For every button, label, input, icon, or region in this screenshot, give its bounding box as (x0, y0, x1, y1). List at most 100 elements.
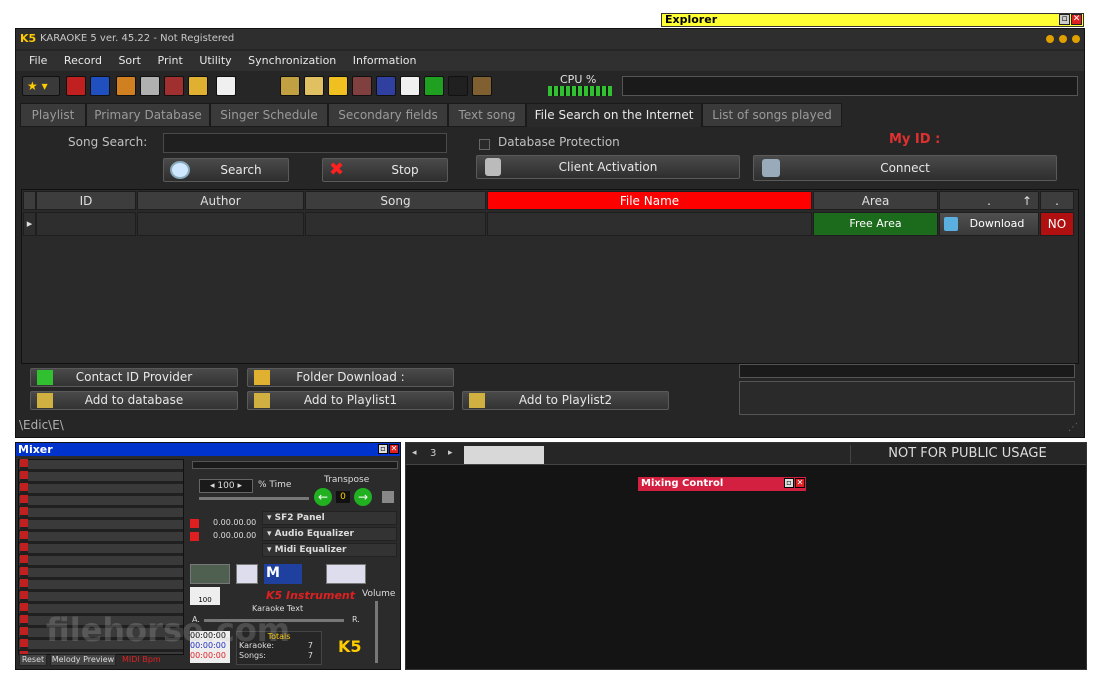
explorer-titlebar[interactable]: Explorer ▫ ✕ (661, 13, 1084, 27)
add-to-playlist2-button[interactable]: Add to Playlist2 (462, 391, 669, 410)
close-icon[interactable]: ✕ (1071, 14, 1082, 25)
next-page-button[interactable]: ▸ (448, 448, 453, 458)
midi-equalizer-row[interactable]: ▾ Midi Equalizer (262, 543, 397, 557)
header-author[interactable]: Author (137, 191, 304, 210)
folder-icon[interactable] (188, 76, 208, 96)
music-note-red-icon[interactable] (66, 76, 86, 96)
cell-free-area[interactable]: Free Area (813, 212, 938, 236)
position-slider[interactable] (192, 461, 398, 469)
restore-icon[interactable]: ▫ (784, 478, 794, 488)
menu-file[interactable]: File (29, 54, 47, 67)
reset-button[interactable]: Reset (19, 654, 47, 666)
video-icon[interactable] (328, 76, 348, 96)
menu-utility[interactable]: Utility (199, 54, 231, 67)
header-status[interactable]: . (1040, 191, 1074, 210)
header-area[interactable]: Area (813, 191, 938, 210)
tab-singer-schedule[interactable]: Singer Schedule (210, 103, 328, 127)
display-icon[interactable] (164, 76, 184, 96)
add-to-database-button[interactable]: Add to database (30, 391, 238, 410)
time-display-2: 0.00.00.00 (213, 531, 257, 540)
menu-record[interactable]: Record (64, 54, 102, 67)
restore-icon[interactable]: ▫ (378, 444, 388, 454)
display-panel: ◂ 3 ▸ NOT FOR PUBLIC USAGE Mixing Contro… (405, 442, 1087, 670)
page-thumbnail[interactable] (464, 446, 544, 464)
transpose-down-button[interactable]: ← (314, 488, 332, 506)
cell-song[interactable] (305, 212, 486, 236)
prev-page-button[interactable]: ◂ (412, 448, 417, 458)
edit-icon[interactable] (116, 76, 136, 96)
gauge-icon[interactable]: 100 (190, 587, 220, 605)
restore-icon[interactable]: ▫ (1059, 14, 1070, 25)
play-icon[interactable] (424, 76, 444, 96)
stop-button[interactable]: ✖ Stop (322, 158, 448, 182)
menu-synchronization[interactable]: Synchronization (248, 54, 336, 67)
film-icon[interactable] (140, 76, 160, 96)
cell-file-name[interactable] (487, 212, 812, 236)
volume-slider[interactable] (375, 601, 378, 663)
stop-icon[interactable] (448, 76, 468, 96)
download-button[interactable]: Download (939, 212, 1039, 236)
database-protection-checkbox[interactable] (479, 139, 490, 150)
star-menu-icon[interactable]: ★ ▾ (22, 76, 60, 96)
lock-icon[interactable] (216, 76, 236, 96)
cpu-history-bar (622, 76, 1078, 96)
mixer-titlebar[interactable]: Mixer ▫ ✕ (16, 443, 400, 456)
grid-icon[interactable] (280, 76, 300, 96)
search-button[interactable]: Search (163, 158, 289, 182)
voice-icon[interactable] (190, 564, 230, 584)
resize-grip-icon[interactable]: ⋰ (1068, 422, 1078, 433)
satellite-icon (762, 159, 780, 177)
music-note-blue-icon[interactable] (90, 76, 110, 96)
tab-playlist[interactable]: Playlist (20, 103, 86, 127)
header-id[interactable]: ID (36, 191, 136, 210)
mixing-control-titlebar[interactable]: Mixing Control ▫ ✕ (638, 477, 806, 491)
pause-icon[interactable] (472, 76, 492, 96)
photo-icon[interactable] (304, 76, 324, 96)
audio-equalizer-row[interactable]: ▾ Audio Equalizer (262, 527, 397, 541)
row-pointer-icon: ▸ (23, 212, 36, 236)
waveform-icon[interactable] (326, 564, 366, 584)
screen-icon[interactable] (352, 76, 372, 96)
sf2-panel-row[interactable]: ▾ SF2 Panel (262, 511, 397, 525)
header-song[interactable]: Song (305, 191, 486, 210)
connect-button[interactable]: Connect (753, 155, 1057, 181)
menu-information[interactable]: Information (353, 54, 417, 67)
tab-text-song[interactable]: Text song (448, 103, 526, 127)
minimize-icon[interactable] (1046, 35, 1054, 43)
client-activation-button[interactable]: Client Activation (476, 155, 740, 179)
melody-preview-button[interactable]: Melody Preview (50, 654, 116, 666)
maximize-icon[interactable] (1059, 35, 1067, 43)
lock-small-icon[interactable] (382, 491, 394, 503)
close-icon[interactable]: ✕ (795, 478, 805, 488)
contact-id-provider-button[interactable]: Contact ID Provider (30, 368, 238, 387)
magic-wand-icon (469, 393, 485, 408)
cell-id[interactable] (36, 212, 136, 236)
m-instrument-icon[interactable]: M (264, 564, 302, 584)
tab-songs-played[interactable]: List of songs played (702, 103, 842, 127)
menu-sort[interactable]: Sort (118, 54, 141, 67)
folder-download-button[interactable]: Folder Download : (247, 368, 454, 387)
menu-bar: File Record Sort Print Utility Synchroni… (16, 51, 1084, 71)
header-download[interactable]: . ↑ (939, 191, 1039, 210)
chart-icon[interactable] (236, 564, 258, 584)
tempo-stepper[interactable]: ◂ 100 ▸ (199, 479, 253, 493)
cell-author[interactable] (137, 212, 304, 236)
no-entry-icon[interactable] (400, 76, 420, 96)
transpose-up-button[interactable]: → (354, 488, 372, 506)
close-icon[interactable] (1072, 35, 1080, 43)
menu-print[interactable]: Print (158, 54, 183, 67)
close-icon[interactable]: ✕ (389, 444, 399, 454)
header-file-name[interactable]: File Name (487, 191, 812, 210)
tab-secondary-fields[interactable]: Secondary fields (328, 103, 448, 127)
record-indicator-2[interactable] (190, 532, 199, 541)
tab-primary-database[interactable]: Primary Database (86, 103, 210, 127)
record-indicator-1[interactable] (190, 519, 199, 528)
k5-logo: K5 (338, 637, 362, 656)
add-to-playlist1-button[interactable]: Add to Playlist1 (247, 391, 454, 410)
tab-bar: Playlist Primary Database Singer Schedul… (20, 103, 1082, 127)
tempo-slider[interactable] (199, 497, 309, 500)
song-search-input[interactable] (163, 133, 447, 153)
download-icon (944, 217, 958, 231)
monitor-icon[interactable] (376, 76, 396, 96)
tab-file-search-internet[interactable]: File Search on the Internet (526, 103, 702, 127)
